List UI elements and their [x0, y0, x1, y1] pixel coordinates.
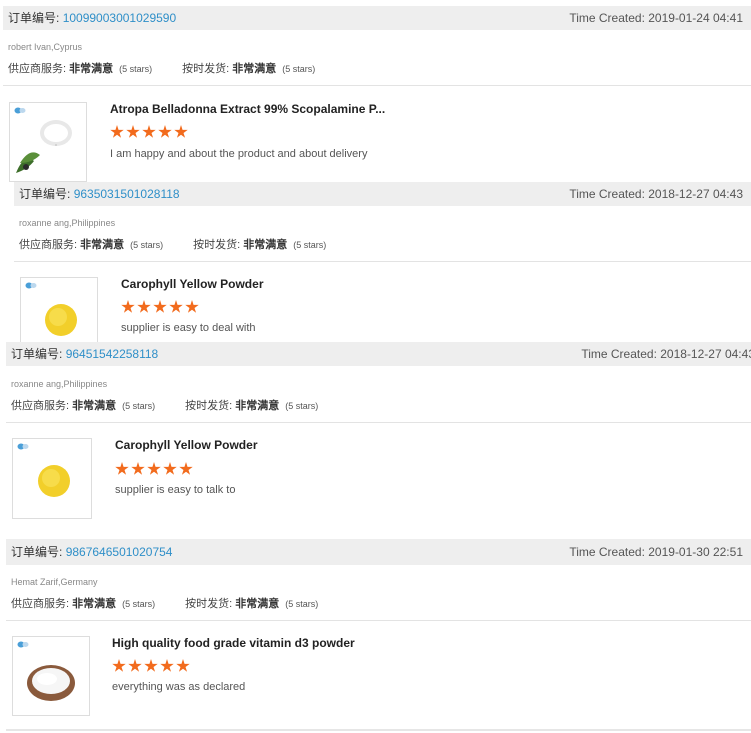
time-created: Time Created: 2018-12-27 04:43: [569, 187, 743, 201]
star-icon: [144, 659, 158, 672]
ratings-row: 供应商服务: 非常满意 (5 stars) 按时发货: 非常满意 (5 stars): [11, 400, 319, 412]
star-icon: [128, 659, 142, 672]
product-thumbnail[interactable]: [12, 438, 92, 519]
star-icon: [121, 300, 135, 313]
order-id: 订单编号: 9867646501020754: [11, 545, 173, 559]
star-icon: [137, 300, 151, 313]
star-icon: [185, 300, 199, 313]
buyer-name: roxanne ang,Philippines: [11, 379, 108, 389]
order-number-link[interactable]: 9867646501020754: [66, 545, 173, 559]
star-rating: [115, 462, 195, 476]
divider: [6, 620, 751, 621]
ratings-row: 供应商服务: 非常满意 (5 stars) 按时发货: 非常满意 (5 stars): [11, 598, 319, 610]
order-header: 订单编号: 10099003001029590 Time Created: 20…: [3, 6, 751, 30]
star-icon: [115, 462, 129, 475]
review-card: 订单编号: 9635031501028118 Time Created: 201…: [14, 182, 751, 357]
divider: [3, 85, 751, 86]
order-number-link[interactable]: 9635031501028118: [74, 187, 180, 201]
ratings-row: 供应商服务: 非常满意 (5 stars) 按时发货: 非常满意 (5 stars): [8, 63, 316, 75]
star-icon: [112, 659, 126, 672]
review-card: 订单编号: 9867646501020754 Time Created: 201…: [6, 539, 751, 733]
order-number-link[interactable]: 10099003001029590: [63, 11, 176, 25]
review-comment: everything was as declared: [112, 681, 246, 693]
star-rating: [112, 659, 192, 673]
star-icon: [153, 300, 167, 313]
divider: [14, 261, 751, 262]
product-thumbnail[interactable]: [9, 102, 87, 182]
order-number-link[interactable]: 96451542258118: [66, 347, 159, 361]
divider: [6, 729, 751, 731]
time-created: Time Created: 2019-01-24 04:41: [569, 11, 743, 25]
belladonna-powder-icon: [16, 120, 72, 173]
star-rating: [110, 125, 190, 139]
order-id: 订单编号: 96451542258118: [11, 347, 159, 361]
order-id: 订单编号: 10099003001029590: [8, 11, 177, 25]
buyer-name: Hemat Zarif,Germany: [11, 577, 98, 587]
review-comment: supplier is easy to talk to: [115, 484, 236, 496]
order-header: 订单编号: 9867646501020754 Time Created: 201…: [6, 539, 751, 565]
buyer-name: robert Ivan,Cyprus: [8, 42, 83, 52]
star-icon: [131, 462, 145, 475]
star-icon: [142, 125, 156, 138]
order-header: 订单编号: 96451542258118 Time Created: 2018-…: [6, 342, 751, 366]
star-icon: [160, 659, 174, 672]
ratings-row: 供应商服务: 非常满意 (5 stars) 按时发货: 非常满意 (5 stars): [19, 239, 327, 251]
time-created: Time Created: 2019-01-30 22:51: [569, 545, 743, 559]
brand-logo-icon: [17, 641, 29, 648]
review-card: 订单编号: 10099003001029590 Time Created: 20…: [3, 6, 751, 182]
review-comment: I am happy and about the product and abo…: [110, 148, 368, 160]
star-icon: [163, 462, 177, 475]
star-icon: [158, 125, 172, 138]
star-icon: [169, 300, 183, 313]
review-card: 订单编号: 96451542258118 Time Created: 2018-…: [6, 342, 751, 528]
star-icon: [147, 462, 161, 475]
brand-logo-icon: [17, 443, 29, 450]
star-icon: [126, 125, 140, 138]
brand-logo-icon: [25, 282, 37, 289]
time-created: Time Created: 2018-12-27 04:43: [581, 347, 751, 361]
review-comment: supplier is easy to deal with: [121, 322, 256, 334]
white-powder-bowl-icon: [27, 665, 75, 701]
product-name[interactable]: Carophyll Yellow Powder: [115, 438, 257, 452]
order-id: 订单编号: 9635031501028118: [19, 187, 180, 201]
brand-logo-icon: [14, 107, 26, 114]
star-rating: [121, 300, 201, 314]
buyer-name: roxanne ang,Philippines: [19, 218, 116, 228]
star-icon: [174, 125, 188, 138]
order-header: 订单编号: 9635031501028118 Time Created: 201…: [14, 182, 751, 206]
product-thumbnail[interactable]: [12, 636, 90, 716]
star-icon: [176, 659, 190, 672]
yellow-powder-icon: [38, 465, 70, 497]
divider: [6, 422, 751, 423]
star-icon: [179, 462, 193, 475]
star-icon: [110, 125, 124, 138]
product-name[interactable]: Atropa Belladonna Extract 99% Scopalamin…: [110, 102, 385, 116]
product-name[interactable]: Carophyll Yellow Powder: [121, 277, 263, 291]
product-name[interactable]: High quality food grade vitamin d3 powde…: [112, 636, 355, 650]
